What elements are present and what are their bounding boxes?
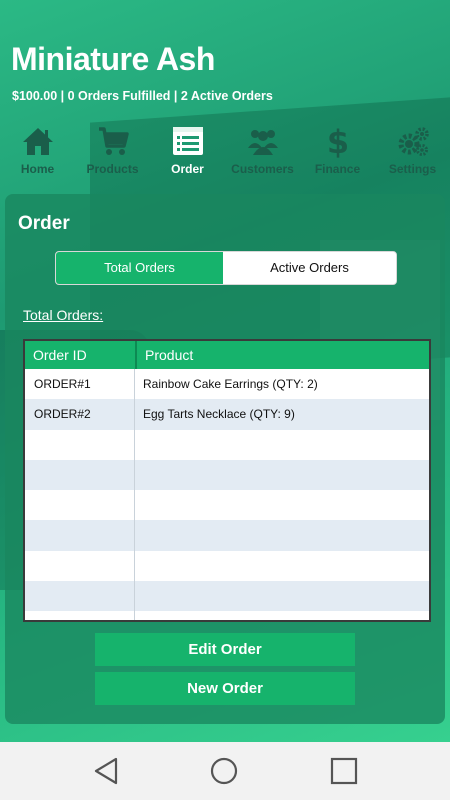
- home-circle-icon[interactable]: [209, 756, 239, 786]
- main-nav: Home Products Order Customers $ Finance …: [0, 124, 450, 182]
- order-panel: Order Total Orders Active Orders Total O…: [5, 194, 445, 724]
- column-header-order-id[interactable]: Order ID: [25, 341, 135, 369]
- table-row[interactable]: ORDER#2 Egg Tarts Necklace (QTY: 9): [25, 399, 429, 430]
- nav-label: Settings: [388, 162, 437, 176]
- empty-row: [25, 581, 429, 612]
- empty-row: [25, 459, 429, 491]
- table-row[interactable]: ORDER#1 Rainbow Cake Earrings (QTY: 2): [25, 369, 429, 399]
- product-cell: Rainbow Cake Earrings (QTY: 2): [143, 377, 318, 391]
- orders-table: Order ID Product ORDER#1 Rainbow Cake Ea…: [23, 339, 431, 622]
- column-header-product[interactable]: Product: [135, 341, 429, 369]
- home-icon: [22, 128, 53, 155]
- nav-label: Home: [20, 162, 55, 176]
- order-id-cell: ORDER#2: [34, 407, 91, 422]
- empty-row: [25, 551, 429, 581]
- nav-item-finance[interactable]: $ Finance: [300, 124, 375, 182]
- nav-item-home[interactable]: Home: [0, 124, 75, 182]
- nav-label: Customers: [231, 162, 294, 176]
- back-icon[interactable]: [91, 756, 121, 786]
- panel-title: Order: [18, 213, 70, 234]
- recents-icon[interactable]: [329, 756, 359, 786]
- empty-row: [25, 520, 429, 551]
- list-icon: [172, 127, 203, 155]
- new-order-button[interactable]: New Order: [95, 672, 355, 705]
- table-header: Order ID Product: [25, 341, 429, 369]
- nav-item-settings[interactable]: Settings: [375, 124, 450, 182]
- edit-order-button[interactable]: Edit Order: [95, 633, 355, 666]
- page-title: Miniature Ash: [11, 41, 215, 77]
- column-divider: [134, 369, 135, 620]
- dollar-icon: $: [326, 124, 348, 158]
- empty-row: [25, 490, 429, 520]
- nav-item-products[interactable]: Products: [75, 124, 150, 182]
- section-label: Total Orders:: [23, 307, 104, 323]
- summary-status: $100.00 | 0 Orders Fulfilled | 2 Active …: [12, 89, 273, 103]
- orders-tab-switch: Total Orders Active Orders: [55, 251, 397, 285]
- cart-icon: [98, 127, 129, 155]
- tab-total-orders[interactable]: Total Orders: [56, 252, 223, 284]
- nav-item-customers[interactable]: Customers: [225, 124, 300, 182]
- tab-active-orders[interactable]: Active Orders: [223, 252, 396, 284]
- table-body: ORDER#1 Rainbow Cake Earrings (QTY: 2) O…: [25, 369, 429, 612]
- nav-label: Finance: [314, 162, 361, 176]
- empty-row: [25, 430, 429, 460]
- system-nav-bar: [0, 742, 450, 800]
- people-icon: [247, 130, 278, 155]
- nav-item-order[interactable]: Order: [150, 124, 225, 182]
- order-id-cell: ORDER#1: [34, 377, 91, 391]
- product-cell: Egg Tarts Necklace (QTY: 9): [143, 407, 295, 422]
- svg-text:$: $: [326, 124, 348, 158]
- nav-label: Products: [86, 162, 139, 176]
- nav-label: Order: [171, 162, 204, 176]
- gear-icon: [398, 127, 429, 156]
